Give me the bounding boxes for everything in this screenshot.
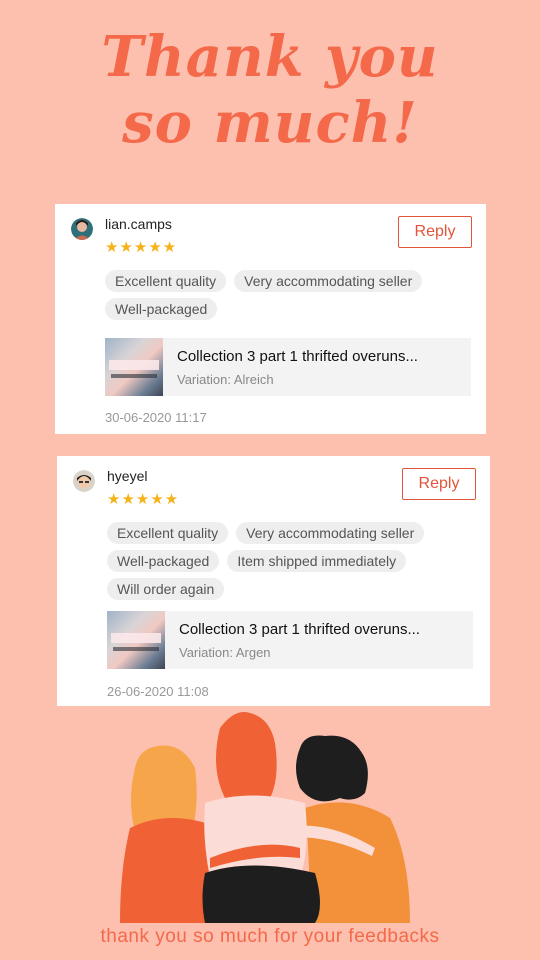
headline-line-1: Thank you: [101, 24, 439, 90]
product-link[interactable]: Collection 3 part 1 thrifted overuns... …: [105, 338, 471, 396]
reply-button[interactable]: Reply: [402, 468, 476, 500]
review-tag: Very accommodating seller: [236, 522, 425, 544]
product-thumbnail: [107, 611, 165, 669]
product-variation: Variation: Argen: [179, 645, 271, 660]
reply-button[interactable]: Reply: [398, 216, 472, 248]
review-card: lian.camps ★★★★★ Reply Excellent quality…: [55, 204, 486, 434]
product-link[interactable]: Collection 3 part 1 thrifted overuns... …: [107, 611, 473, 669]
product-title: Collection 3 part 1 thrifted overuns...: [179, 621, 420, 638]
star-rating: ★★★★★: [105, 239, 178, 256]
avatar-icon: [73, 470, 95, 492]
product-variation: Variation: Alreich: [177, 372, 274, 387]
review-tag: Excellent quality: [105, 270, 227, 292]
review-date: 26-06-2020 11:08: [107, 684, 209, 699]
headline: Thank you so much!: [0, 24, 540, 156]
username[interactable]: lian.camps: [105, 216, 172, 232]
review-tag: Will order again: [107, 578, 225, 600]
headline-line-2: so much!: [122, 90, 418, 156]
product-title: Collection 3 part 1 thrifted overuns...: [177, 348, 418, 365]
review-tag: Well-packaged: [105, 298, 218, 320]
review-tag: Very accommodating seller: [234, 270, 423, 292]
footer-caption: thank you so much for your feedbacks: [100, 926, 440, 947]
avatar-icon: [71, 218, 93, 240]
username[interactable]: hyeyel: [107, 468, 147, 484]
star-rating: ★★★★★: [107, 491, 180, 508]
review-tag: Item shipped immediately: [227, 550, 407, 572]
product-thumbnail: [105, 338, 163, 396]
review-tag: Excellent quality: [107, 522, 229, 544]
review-tags: Excellent quality Very accommodating sel…: [107, 522, 467, 600]
review-date: 30-06-2020 11:17: [105, 410, 207, 425]
review-card: hyeyel ★★★★★ Reply Excellent quality Ver…: [57, 456, 490, 706]
friends-hug-illustration: [120, 712, 410, 923]
avatar[interactable]: [71, 218, 93, 240]
review-tag: Well-packaged: [107, 550, 220, 572]
review-tags: Excellent quality Very accommodating sel…: [105, 270, 465, 320]
avatar[interactable]: [73, 470, 95, 492]
